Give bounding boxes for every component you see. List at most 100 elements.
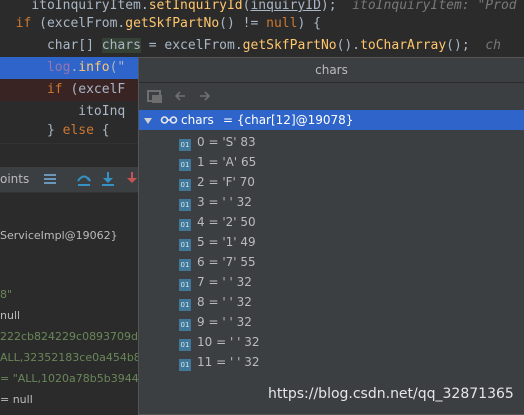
breakpoints-tab-label[interactable]: oints (0, 172, 29, 186)
menu-icon[interactable] (42, 171, 58, 187)
array-element-row[interactable]: 01 7 = ' ' 32 (179, 272, 252, 292)
debug-panel: oints ServiceImpl@19062} 8" null 222cb82… (0, 143, 141, 415)
popup-toolbar (139, 83, 524, 110)
code-token: } (46, 123, 63, 138)
list-item[interactable]: = "ALL,1020a78b5b3944 (0, 369, 139, 389)
frame-icon[interactable] (147, 88, 163, 104)
array-element-row[interactable]: 01 1 = 'A' 65 (179, 152, 256, 172)
back-arrow-icon[interactable] (172, 88, 188, 104)
expand-arrow-icon[interactable] (143, 113, 153, 132)
array-element-row[interactable]: 01 4 = '2' 50 (179, 212, 256, 232)
element-value: = ' ' 32 (208, 275, 252, 289)
element-value: = '7' 55 (208, 255, 256, 269)
element-value: = ' ' 32 (208, 315, 252, 329)
element-value: = ' ' 32 (216, 335, 260, 349)
primitive-icon: 01 (179, 319, 191, 331)
element-value: = 'F' 70 (208, 175, 255, 189)
array-element-row[interactable]: 01 9 = ' ' 32 (179, 312, 252, 332)
element-value: = ' ' 32 (208, 195, 252, 209)
code-token: else (62, 123, 94, 138)
code-token: getSkfPartNo (242, 38, 337, 53)
inline-hint: ch (485, 38, 501, 53)
primitive-icon: 01 (179, 139, 191, 151)
array-element-row[interactable]: 01 10 = ' ' 32 (179, 332, 259, 352)
step-into-icon[interactable] (100, 171, 116, 187)
element-value: = '1' 49 (208, 235, 256, 249)
primitive-icon: 01 (179, 279, 191, 291)
array-element-row[interactable]: 01 2 = 'F' 70 (179, 172, 255, 192)
list-item[interactable]: = null (0, 390, 33, 410)
element-index: 1 (197, 155, 205, 169)
element-index: 9 (197, 315, 205, 329)
list-item[interactable]: 8" (0, 285, 12, 305)
element-index: 7 (197, 275, 205, 289)
primitive-icon: 01 (179, 239, 191, 251)
debug-toolbar: oints (0, 167, 140, 193)
code-token: itoInq (78, 104, 126, 119)
watermark-text: https://blog.csdn.net/qq_32871365 (268, 386, 514, 402)
code-token: excelFrom (46, 16, 118, 31)
element-index: 0 (197, 135, 205, 149)
code-token: (" (109, 60, 126, 75)
root-var-name: chars (181, 113, 214, 127)
tree-root-row[interactable]: chars = {char[12]@19078} (139, 110, 524, 130)
primitive-icon: 01 (179, 199, 191, 211)
forward-arrow-icon[interactable] (197, 88, 213, 104)
root-var-value: = {char[12]@19078} (223, 113, 354, 127)
element-index: 8 (197, 295, 205, 309)
step-over-icon[interactable] (76, 171, 92, 187)
element-index: 4 (197, 215, 205, 229)
inline-hint: itoInquiryItem: "Prod (352, 0, 517, 13)
code-token: != (234, 16, 267, 31)
list-item[interactable]: null (0, 306, 20, 326)
watch-glasses-icon (160, 112, 178, 132)
variables-tree: chars = {char[12]@19078} 01 0 = 'S' 83 01… (139, 110, 524, 414)
evaluate-popup: chars chars = {char[12]@19078} 01 0 = 'S'… (138, 57, 524, 415)
array-element-row[interactable]: 01 11 = ' ' 32 (179, 352, 259, 372)
primitive-icon: 01 (179, 359, 191, 371)
primitive-icon: 01 (179, 219, 191, 231)
primitive-icon: 01 (179, 299, 191, 311)
code-token: if (15, 16, 32, 31)
code-token: chars (101, 38, 141, 53)
code-token: { (93, 123, 110, 138)
code-token: excelFrom (164, 38, 235, 53)
code-line-2: if (excelFrom.getSkfPartNo() != null) { (15, 16, 321, 31)
element-value: = '2' 50 (208, 215, 256, 229)
code-token: char[] (46, 38, 94, 53)
element-index: 2 (197, 175, 205, 189)
element-value: = ' ' 32 (208, 295, 252, 309)
popup-title-bar[interactable]: chars (139, 58, 524, 83)
list-item[interactable]: ServiceImpl@19062} (0, 226, 118, 246)
code-line-3: char[] chars = excelFrom.getSkfPartNo().… (46, 38, 501, 53)
element-value: = ' ' 32 (216, 355, 260, 369)
code-token: null (266, 16, 298, 31)
code-token: info (78, 60, 110, 75)
element-value: = 'S' 83 (208, 135, 256, 149)
primitive-icon: 01 (179, 259, 191, 271)
element-index: 6 (197, 255, 205, 269)
array-element-row[interactable]: 01 6 = '7' 55 (179, 252, 256, 272)
list-item[interactable]: 222cb824229c0893709d (0, 327, 138, 347)
code-token: log (46, 60, 71, 75)
code-token: setInquiryId (148, 0, 243, 13)
code-token: if (46, 82, 63, 97)
element-index: 5 (197, 235, 205, 249)
code-token: inquiryID (250, 0, 321, 13)
primitive-icon: 01 (179, 159, 191, 171)
variables-list: ServiceImpl@19062} 8" null 222cb824229c0… (0, 193, 141, 415)
array-element-row[interactable]: 01 8 = ' ' 32 (179, 292, 252, 312)
list-item[interactable]: ALL,32352183ce0a454b8 (0, 348, 141, 368)
code-token: (excelF (62, 82, 126, 97)
element-index: 10 (197, 335, 213, 349)
primitive-icon: 01 (179, 339, 191, 351)
array-element-row[interactable]: 01 0 = 'S' 83 (179, 132, 256, 152)
primitive-icon: 01 (179, 179, 191, 191)
array-element-row[interactable]: 01 5 = '1' 49 (179, 232, 256, 252)
array-element-row[interactable]: 01 3 = ' ' 32 (179, 192, 252, 212)
code-token: toCharArray (360, 38, 447, 53)
element-index: 3 (197, 195, 205, 209)
element-value: = 'A' 65 (208, 155, 257, 169)
element-index: 11 (197, 355, 213, 369)
code-token: getSkfPartNo (125, 16, 220, 31)
